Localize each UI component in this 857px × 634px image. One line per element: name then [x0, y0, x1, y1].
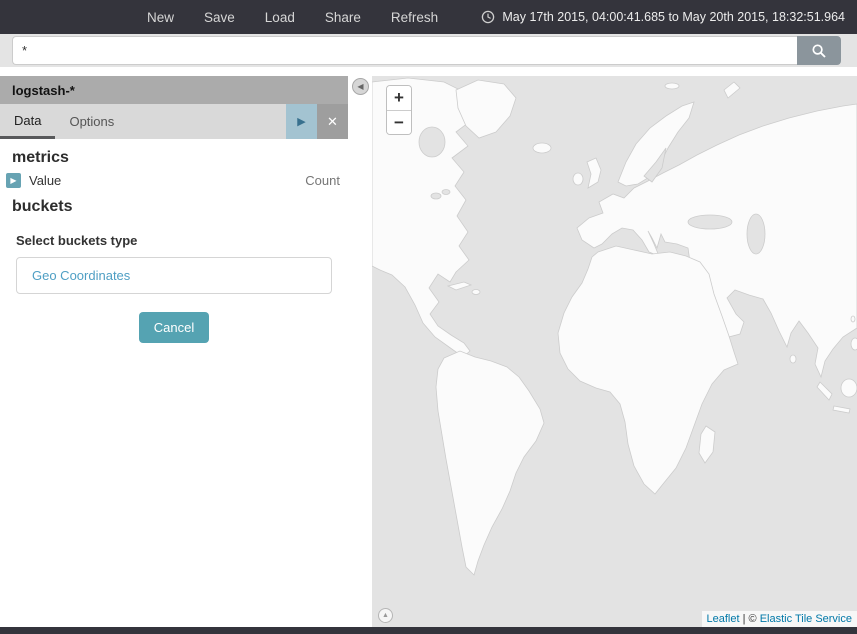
bucket-option-geo-coordinates[interactable]: Geo Coordinates [32, 268, 130, 283]
leaflet-zoom-control: + − [386, 85, 412, 135]
play-icon: ▶ [297, 115, 305, 128]
search-icon [811, 43, 827, 59]
search-button[interactable] [797, 36, 841, 65]
caspian-sea [747, 214, 765, 254]
black-sea [688, 215, 732, 229]
map-attribution: Leaflet | © Elastic Tile Service [702, 611, 857, 627]
clock-icon [481, 10, 495, 24]
nav-save[interactable]: Save [189, 10, 250, 25]
world-map[interactable] [372, 76, 857, 627]
great-lake-1 [431, 193, 441, 199]
tab-data[interactable]: Data [0, 104, 55, 139]
top-navigation-bar: New Save Load Share Refresh May 17th 201… [0, 0, 857, 34]
zoom-in-button[interactable]: + [387, 86, 411, 110]
bottom-bar [0, 627, 857, 634]
apply-changes-button[interactable]: ▶ [286, 104, 317, 139]
bucket-type-label: Select buckets type [16, 233, 332, 248]
buckets-heading: buckets [12, 198, 336, 216]
cuba [448, 282, 471, 290]
metric-agg-value: Count [305, 173, 340, 188]
africa [558, 246, 738, 494]
discard-changes-button[interactable]: ✕ [317, 104, 348, 139]
java [833, 406, 850, 413]
chevron-left-icon: ◀ [357, 82, 363, 91]
metric-expand-button[interactable]: ▶ [6, 173, 21, 188]
cancel-button[interactable]: Cancel [139, 312, 209, 343]
sidebar-collapse-button[interactable]: ◀ [352, 78, 369, 95]
nav-share[interactable]: Share [310, 10, 376, 25]
nav-refresh[interactable]: Refresh [376, 10, 453, 25]
search-input[interactable] [12, 36, 797, 65]
chevron-right-icon: ▶ [10, 176, 16, 185]
leaflet-link[interactable]: Leaflet [707, 613, 740, 625]
sri-lanka [790, 355, 796, 363]
kibana-visualize-page: New Save Load Share Refresh May 17th 201… [0, 0, 857, 634]
nav-load[interactable]: Load [250, 10, 310, 25]
main-nav: New Save Load Share Refresh [132, 10, 453, 25]
editor-tabbar: Data Options ▶ ✕ [0, 104, 348, 139]
great-lake-2 [442, 190, 450, 195]
hispaniola [472, 290, 480, 295]
query-bar [0, 34, 857, 67]
uk [587, 158, 601, 188]
time-picker[interactable]: May 17th 2015, 04:00:41.685 to May 20th … [481, 10, 857, 24]
iceland [533, 143, 551, 153]
novaya-zemlya [724, 82, 740, 98]
spy-panel-toggle-button[interactable]: ▲ [378, 608, 393, 623]
borneo [841, 379, 857, 397]
metric-row: ▶ Value Count [6, 173, 340, 188]
cancel-row: Cancel [0, 312, 348, 343]
index-pattern-header: logstash-* [0, 76, 348, 104]
greenland [456, 80, 516, 138]
bucket-type-select[interactable]: Geo Coordinates [16, 257, 332, 294]
south-america [436, 351, 544, 575]
close-icon: ✕ [327, 114, 338, 130]
sumatra [817, 382, 832, 400]
zoom-out-button[interactable]: − [387, 110, 411, 134]
nav-new[interactable]: New [132, 10, 189, 25]
editor-actions: ▶ ✕ [286, 104, 348, 139]
elastic-tile-service-link[interactable]: Elastic Tile Service [760, 613, 852, 625]
editor-panel: metrics ▶ Value Count buckets Select buc… [0, 139, 348, 343]
madagascar [699, 426, 715, 463]
tile-map-visualization[interactable]: + − ▲ Leaflet | © Elastic Tile Service [372, 76, 857, 627]
time-range-label: May 17th 2015, 04:00:41.685 to May 20th … [502, 10, 845, 24]
hudson-bay [419, 127, 445, 157]
chevron-up-icon: ▲ [382, 612, 389, 619]
metrics-heading: metrics [12, 149, 336, 167]
ireland [573, 173, 583, 185]
attribution-separator: | © [740, 613, 760, 625]
index-pattern-label: logstash-* [12, 83, 75, 98]
metric-label[interactable]: Value [29, 173, 61, 188]
taiwan [851, 316, 855, 322]
svalbard [665, 83, 679, 89]
philippines [851, 338, 857, 350]
tab-options[interactable]: Options [55, 104, 128, 139]
